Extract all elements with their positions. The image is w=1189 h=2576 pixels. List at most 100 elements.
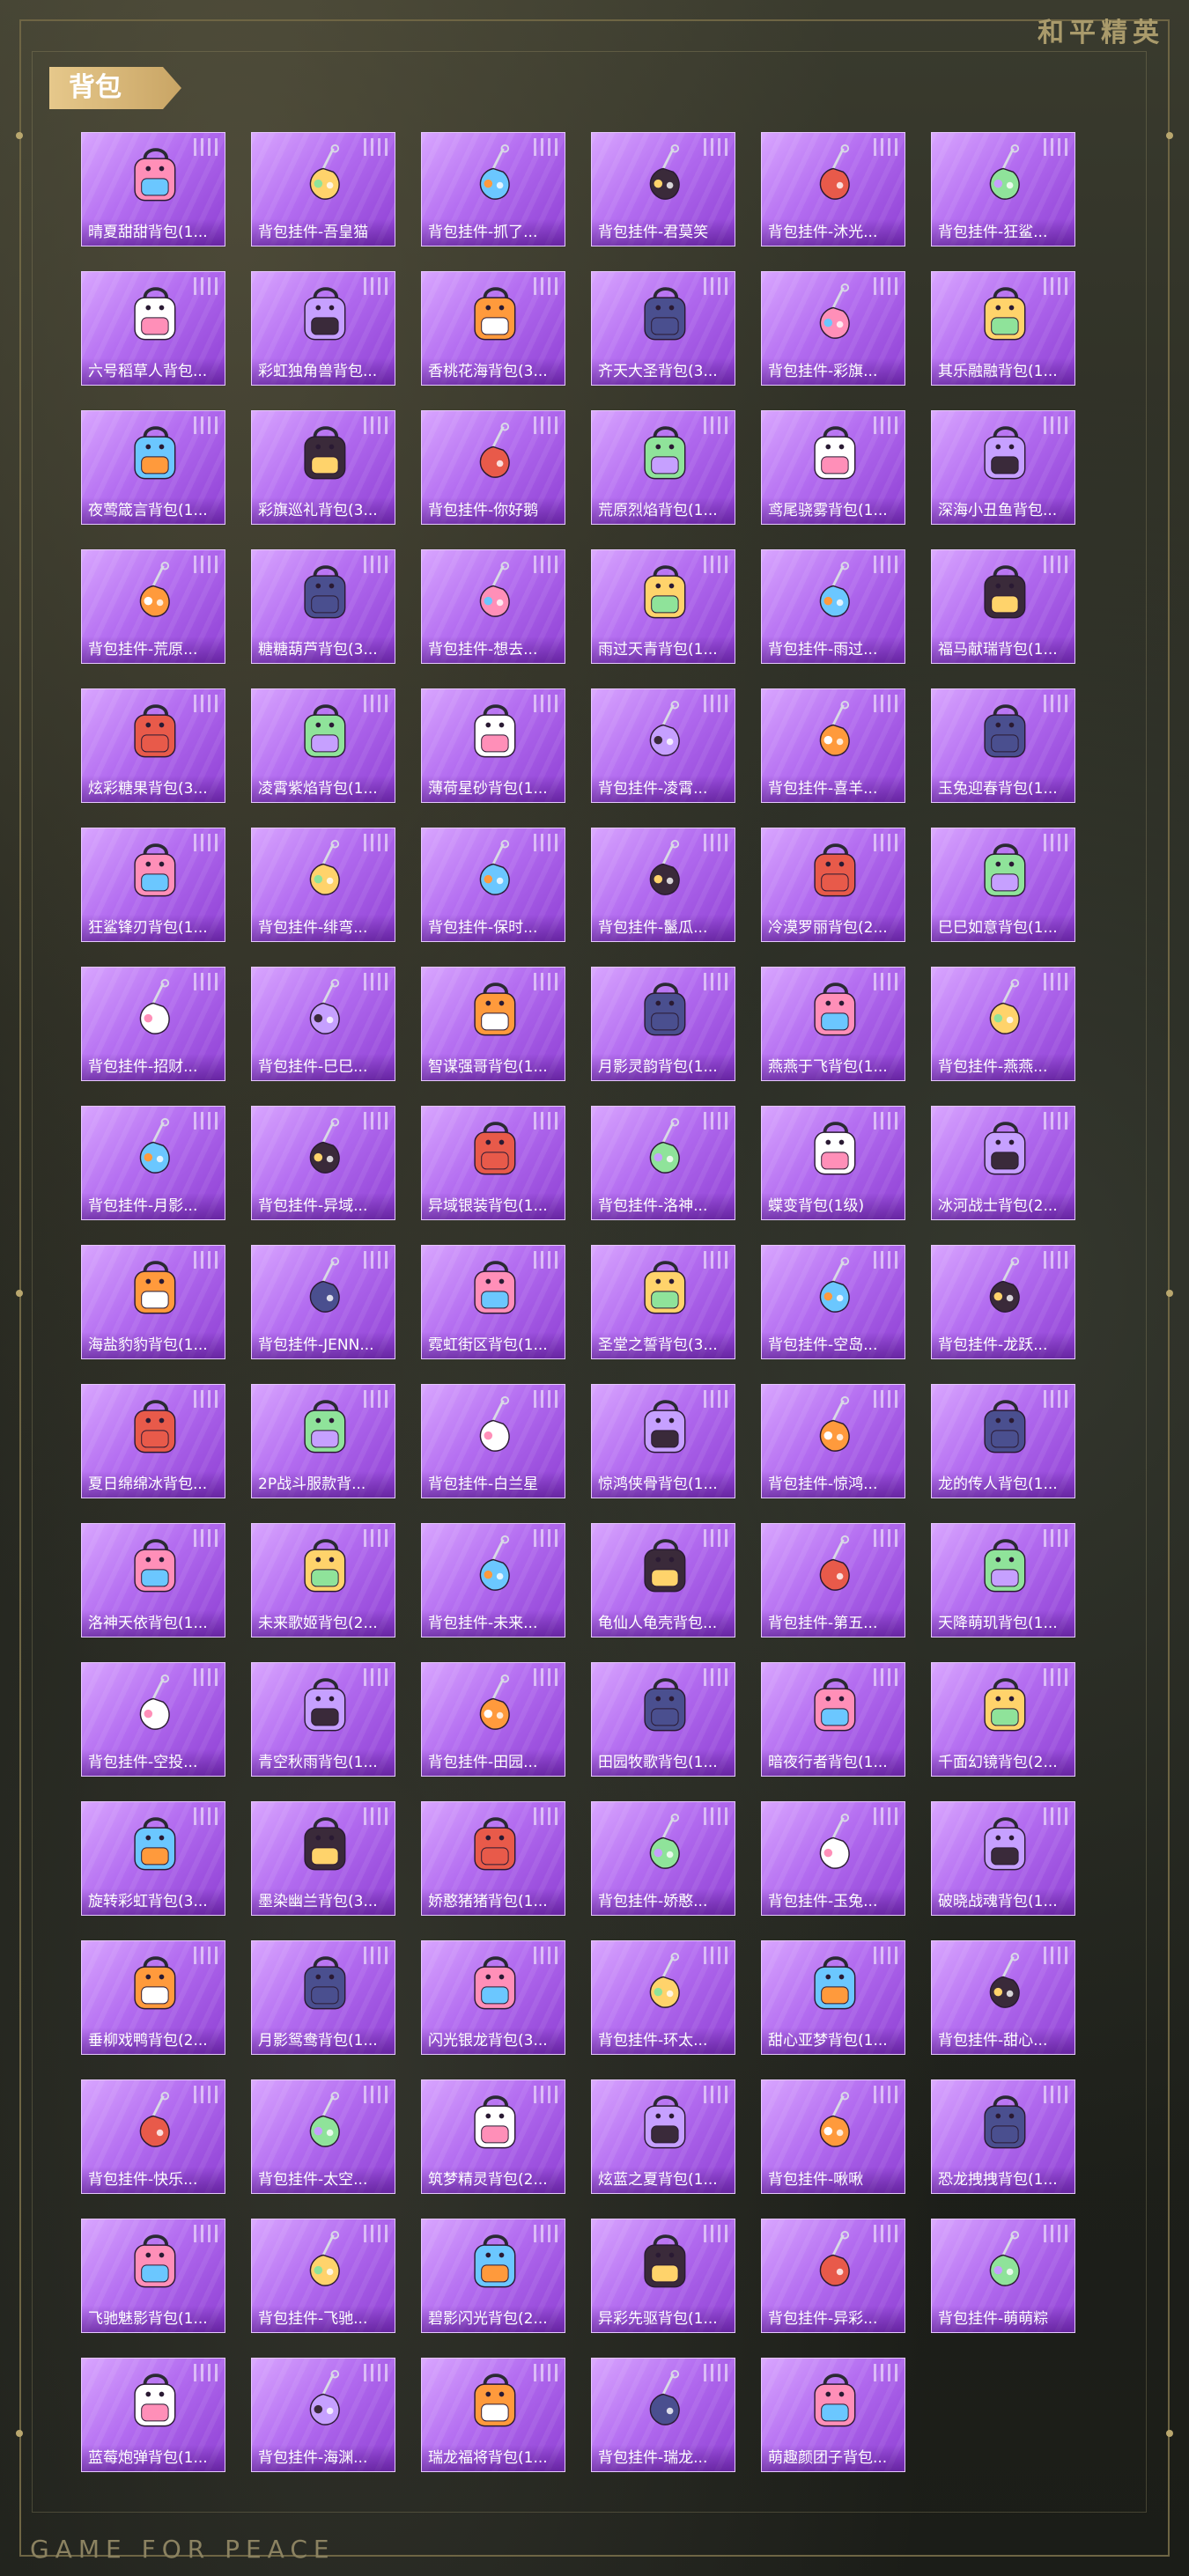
- inventory-item-card[interactable]: 背包挂件-保时...: [421, 828, 565, 942]
- inventory-item-card[interactable]: 惊鸿侠骨背包(1...: [591, 1384, 735, 1498]
- inventory-item-card[interactable]: 异域银装背包(1...: [421, 1106, 565, 1220]
- inventory-item-card[interactable]: 背包挂件-吾皇猫: [251, 132, 395, 247]
- inventory-item-card[interactable]: 背包挂件-空岛...: [761, 1245, 905, 1359]
- inventory-item-card[interactable]: 蝶变背包(1级): [761, 1106, 905, 1220]
- inventory-item-card[interactable]: 背包挂件-异彩...: [761, 2219, 905, 2333]
- inventory-item-card[interactable]: 月影鸳鸯背包(1...: [251, 1940, 395, 2055]
- inventory-item-card[interactable]: 背包挂件-绯弯...: [251, 828, 395, 942]
- inventory-item-card[interactable]: 背包挂件-异域...: [251, 1106, 395, 1220]
- inventory-item-card[interactable]: 海盐豹豹背包(1...: [81, 1245, 225, 1359]
- inventory-item-card[interactable]: 燕燕于飞背包(1...: [761, 967, 905, 1081]
- inventory-item-card[interactable]: 夏日绵绵冰背包...: [81, 1384, 225, 1498]
- inventory-item-card[interactable]: 萌趣颜团子背包...: [761, 2358, 905, 2472]
- inventory-item-card[interactable]: 背包挂件-太空...: [251, 2079, 395, 2194]
- inventory-item-card[interactable]: 背包挂件-萌萌粽: [931, 2219, 1075, 2333]
- inventory-item-card[interactable]: 雨过天青背包(1...: [591, 549, 735, 664]
- inventory-item-card[interactable]: 背包挂件-白兰星: [421, 1384, 565, 1498]
- inventory-item-card[interactable]: 背包挂件-甜心...: [931, 1940, 1075, 2055]
- inventory-item-card[interactable]: 青空秋雨背包(1...: [251, 1662, 395, 1777]
- inventory-item-card[interactable]: 垂柳戏鸭背包(2...: [81, 1940, 225, 2055]
- inventory-item-card[interactable]: 圣堂之誓背包(3...: [591, 1245, 735, 1359]
- inventory-item-card[interactable]: 背包挂件-啾啾: [761, 2079, 905, 2194]
- inventory-item-card[interactable]: 背包挂件-田园...: [421, 1662, 565, 1777]
- inventory-item-card[interactable]: 背包挂件-惊鸿...: [761, 1384, 905, 1498]
- inventory-item-card[interactable]: 背包挂件-沐光...: [761, 132, 905, 247]
- inventory-item-card[interactable]: 背包挂件-喜羊...: [761, 688, 905, 803]
- inventory-item-card[interactable]: 蓝莓炮弹背包(1...: [81, 2358, 225, 2472]
- inventory-item-card[interactable]: 2P战斗服款背...: [251, 1384, 395, 1498]
- inventory-item-card[interactable]: 背包挂件-你好鹅: [421, 410, 565, 525]
- inventory-item-card[interactable]: 洛神天依背包(1...: [81, 1523, 225, 1638]
- inventory-item-card[interactable]: 狂鲨锋刃背包(1...: [81, 828, 225, 942]
- inventory-item-card[interactable]: 暗夜行者背包(1...: [761, 1662, 905, 1777]
- inventory-item-card[interactable]: 背包挂件-月影...: [81, 1106, 225, 1220]
- inventory-item-card[interactable]: 背包挂件-JENN...: [251, 1245, 395, 1359]
- inventory-item-card[interactable]: 背包挂件-鬣瓜...: [591, 828, 735, 942]
- inventory-item-card[interactable]: 冷漠罗丽背包(2...: [761, 828, 905, 942]
- inventory-item-card[interactable]: 背包挂件-招财...: [81, 967, 225, 1081]
- inventory-item-card[interactable]: 龙的传人背包(1...: [931, 1384, 1075, 1498]
- inventory-item-card[interactable]: 炫彩糖果背包(3...: [81, 688, 225, 803]
- inventory-item-card[interactable]: 背包挂件-快乐...: [81, 2079, 225, 2194]
- inventory-item-card[interactable]: 鸢尾骁雾背包(1...: [761, 410, 905, 525]
- inventory-item-card[interactable]: 背包挂件-荒原...: [81, 549, 225, 664]
- inventory-item-card[interactable]: 背包挂件-抓了...: [421, 132, 565, 247]
- inventory-item-card[interactable]: 背包挂件-海渊...: [251, 2358, 395, 2472]
- inventory-item-card[interactable]: 恐龙拽拽背包(1...: [931, 2079, 1075, 2194]
- inventory-item-card[interactable]: 糖糖葫芦背包(3...: [251, 549, 395, 664]
- inventory-item-card[interactable]: 齐天大圣背包(3...: [591, 271, 735, 386]
- inventory-item-card[interactable]: 背包挂件-空投...: [81, 1662, 225, 1777]
- inventory-item-card[interactable]: 背包挂件-想去...: [421, 549, 565, 664]
- inventory-item-card[interactable]: 凌霄紫焰背包(1...: [251, 688, 395, 803]
- inventory-item-card[interactable]: 玉兔迎春背包(1...: [931, 688, 1075, 803]
- inventory-item-card[interactable]: 背包挂件-凌霄...: [591, 688, 735, 803]
- inventory-item-card[interactable]: 未来歌姬背包(2...: [251, 1523, 395, 1638]
- inventory-item-card[interactable]: 千面幻镜背包(2...: [931, 1662, 1075, 1777]
- inventory-item-card[interactable]: 香桃花海背包(3...: [421, 271, 565, 386]
- inventory-item-card[interactable]: 背包挂件-狂鲨...: [931, 132, 1075, 247]
- inventory-item-card[interactable]: 背包挂件-瑞龙...: [591, 2358, 735, 2472]
- inventory-item-card[interactable]: 背包挂件-第五...: [761, 1523, 905, 1638]
- inventory-item-card[interactable]: 月影灵韵背包(1...: [591, 967, 735, 1081]
- inventory-item-card[interactable]: 天降萌玑背包(1...: [931, 1523, 1075, 1638]
- inventory-item-card[interactable]: 背包挂件-燕燕...: [931, 967, 1075, 1081]
- inventory-item-card[interactable]: 冰河战士背包(2...: [931, 1106, 1075, 1220]
- inventory-item-card[interactable]: 筑梦精灵背包(2...: [421, 2079, 565, 2194]
- inventory-item-card[interactable]: 碧影闪光背包(2...: [421, 2219, 565, 2333]
- inventory-item-card[interactable]: 甜心亚梦背包(1...: [761, 1940, 905, 2055]
- inventory-item-card[interactable]: 田园牧歌背包(1...: [591, 1662, 735, 1777]
- inventory-item-card[interactable]: 背包挂件-娇憨...: [591, 1801, 735, 1916]
- inventory-item-card[interactable]: 夜莺箴言背包(1...: [81, 410, 225, 525]
- inventory-item-card[interactable]: 彩虹独角兽背包...: [251, 271, 395, 386]
- inventory-item-card[interactable]: 荒原烈焰背包(1...: [591, 410, 735, 525]
- inventory-item-card[interactable]: 六号稻草人背包...: [81, 271, 225, 386]
- inventory-item-card[interactable]: 背包挂件-未来...: [421, 1523, 565, 1638]
- inventory-item-card[interactable]: 智谋强哥背包(1...: [421, 967, 565, 1081]
- inventory-item-card[interactable]: 背包挂件-飞驰...: [251, 2219, 395, 2333]
- inventory-item-card[interactable]: 薄荷星砂背包(1...: [421, 688, 565, 803]
- inventory-item-card[interactable]: 深海小丑鱼背包...: [931, 410, 1075, 525]
- inventory-item-card[interactable]: 背包挂件-君莫笑: [591, 132, 735, 247]
- inventory-item-card[interactable]: 破晓战魂背包(1...: [931, 1801, 1075, 1916]
- inventory-item-card[interactable]: 瑞龙福将背包(1...: [421, 2358, 565, 2472]
- inventory-item-card[interactable]: 晴夏甜甜背包(1...: [81, 132, 225, 247]
- inventory-item-card[interactable]: 背包挂件-洛神...: [591, 1106, 735, 1220]
- inventory-item-card[interactable]: 龟仙人龟壳背包...: [591, 1523, 735, 1638]
- inventory-item-card[interactable]: 霓虹街区背包(1...: [421, 1245, 565, 1359]
- inventory-item-card[interactable]: 闪光银龙背包(3...: [421, 1940, 565, 2055]
- inventory-item-card[interactable]: 飞驰魅影背包(1...: [81, 2219, 225, 2333]
- inventory-item-card[interactable]: 背包挂件-玉兔...: [761, 1801, 905, 1916]
- inventory-item-card[interactable]: 背包挂件-龙跃...: [931, 1245, 1075, 1359]
- inventory-item-card[interactable]: 巳巳如意背包(1...: [931, 828, 1075, 942]
- inventory-item-card[interactable]: 背包挂件-巳巳...: [251, 967, 395, 1081]
- inventory-item-card[interactable]: 背包挂件-雨过...: [761, 549, 905, 664]
- inventory-item-card[interactable]: 娇憨猪猪背包(1...: [421, 1801, 565, 1916]
- inventory-item-card[interactable]: 其乐融融背包(1...: [931, 271, 1075, 386]
- inventory-item-card[interactable]: 异彩先驱背包(1...: [591, 2219, 735, 2333]
- inventory-item-card[interactable]: 墨染幽兰背包(3...: [251, 1801, 395, 1916]
- inventory-item-card[interactable]: 旋转彩虹背包(3...: [81, 1801, 225, 1916]
- inventory-item-card[interactable]: 背包挂件-彩旗...: [761, 271, 905, 386]
- inventory-item-card[interactable]: 背包挂件-环太...: [591, 1940, 735, 2055]
- inventory-item-card[interactable]: 彩旗巡礼背包(3...: [251, 410, 395, 525]
- inventory-item-card[interactable]: 福马献瑞背包(1...: [931, 549, 1075, 664]
